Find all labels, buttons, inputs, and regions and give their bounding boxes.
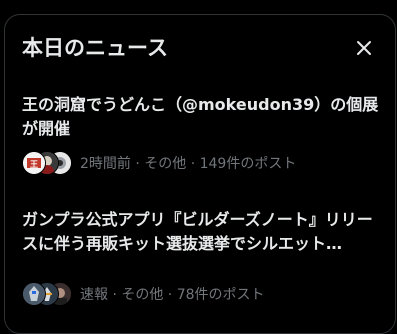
news-item-2[interactable]: ガンプラ公式アプリ『ビルダーズノート』リリースに伴う再販キット選抜選挙でシルエッ…	[5, 208, 395, 308]
news-headline: ガンプラ公式アプリ『ビルダーズノート』リリースに伴う再販キット選抜選挙でシルエッ…	[22, 210, 373, 253]
news-headline: 王の洞窟でうどんこ（@mokeudon39）の個展が開催	[22, 95, 379, 138]
avatar-1: 王	[22, 151, 46, 175]
close-button[interactable]	[353, 37, 375, 59]
news-meta-row: 王 2時間前 · その他 · 149件のポスト	[22, 150, 379, 176]
news-meta: 速報 · その他 · 78件のポスト	[80, 287, 265, 303]
news-meta: 2時間前 · その他 · 149件のポスト	[80, 156, 297, 172]
panel-title: 本日のニュース	[22, 36, 168, 60]
svg-text:王: 王	[30, 160, 38, 169]
news-item-1[interactable]: 王の洞窟でうどんこ（@mokeudon39）の個展が開催 王 2時間前 · その…	[5, 93, 395, 193]
todays-news-panel: 本日のニュース 王の洞窟でうどんこ（@mokeudon39）の個展が開催 王 2…	[4, 14, 396, 334]
avatar-group: 王	[22, 150, 76, 176]
avatar-1	[22, 282, 46, 306]
avatar-group	[22, 281, 76, 307]
news-meta-row: 速報 · その他 · 78件のポスト	[22, 281, 379, 307]
panel-header: 本日のニュース	[5, 15, 395, 79]
close-icon	[357, 41, 371, 55]
